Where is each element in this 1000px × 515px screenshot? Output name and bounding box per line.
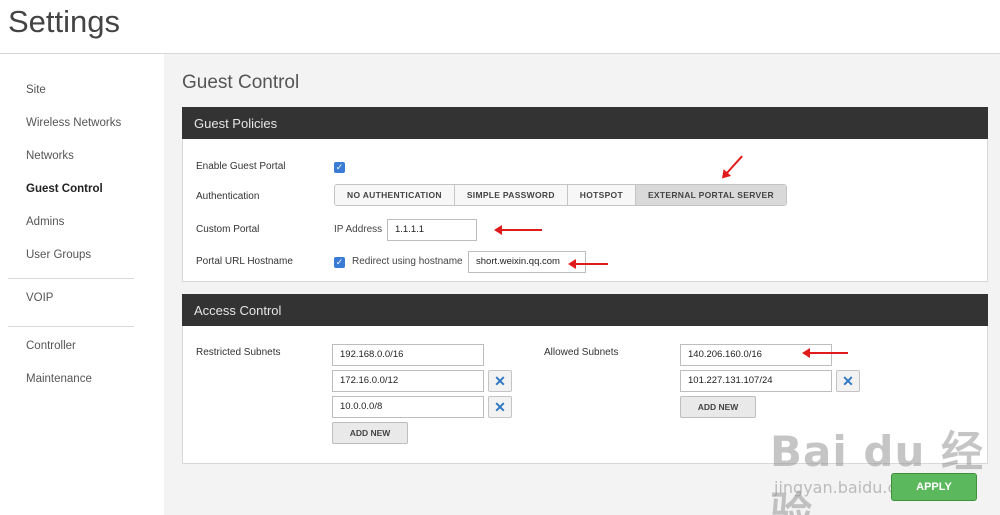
restricted-subnet-input[interactable]: 10.0.0.0/8 [332, 396, 484, 418]
annotation-arrow [494, 225, 542, 235]
add-restricted-subnet-button[interactable]: ADD NEW [332, 422, 408, 444]
restricted-subnets-label: Restricted Subnets [196, 347, 281, 358]
sidebar-item-guest-control[interactable]: Guest Control [26, 183, 103, 195]
close-icon: ✕ [494, 399, 506, 415]
auth-option-hotspot[interactable]: HOTSPOT [567, 185, 636, 205]
portal-url-hostname-label: Portal URL Hostname [196, 256, 293, 267]
annotation-arrow [802, 348, 848, 358]
ip-address-input[interactable]: 1.1.1.1 [387, 219, 477, 241]
auth-option-no-authentication[interactable]: NO AUTHENTICATION [335, 185, 455, 205]
restricted-subnet-input[interactable]: 192.168.0.0/16 [332, 344, 484, 366]
sidebar-item-voip[interactable]: VOIP [26, 292, 53, 304]
allowed-subnets-label: Allowed Subnets [544, 347, 619, 358]
guest-policies-panel: Enable Guest Portal ✓ Authentication NO … [182, 139, 988, 282]
guest-policies-header: Guest Policies [182, 107, 988, 139]
restricted-subnet-input[interactable]: 172.16.0.0/12 [332, 370, 484, 392]
sidebar-item-controller[interactable]: Controller [26, 340, 76, 352]
authentication-label: Authentication [196, 191, 260, 202]
sidebar-divider [8, 278, 134, 279]
enable-guest-portal-checkbox[interactable]: ✓ [334, 162, 345, 173]
sidebar-item-networks[interactable]: Networks [26, 150, 74, 162]
check-icon: ✓ [335, 162, 344, 172]
sidebar: Site Wireless Networks Networks Guest Co… [0, 54, 164, 515]
section-title: Guest Control [182, 72, 300, 93]
auth-option-external-portal-server[interactable]: EXTERNAL PORTAL SERVER [635, 185, 786, 205]
ip-address-label: IP Address [334, 224, 383, 235]
redirect-hostname-checkbox[interactable]: ✓ [334, 257, 345, 268]
add-allowed-subnet-button[interactable]: ADD NEW [680, 396, 756, 418]
sidebar-item-site[interactable]: Site [26, 84, 46, 96]
sidebar-item-admins[interactable]: Admins [26, 216, 64, 228]
check-icon: ✓ [335, 257, 344, 267]
custom-portal-label: Custom Portal [196, 224, 260, 235]
sidebar-divider [8, 326, 134, 327]
close-icon: ✕ [842, 373, 854, 389]
enable-guest-portal-label: Enable Guest Portal [196, 161, 286, 172]
annotation-arrow [568, 259, 608, 269]
redirect-hostname-label: Redirect using hostname [352, 256, 463, 267]
remove-restricted-subnet-button[interactable]: ✕ [488, 396, 512, 418]
sidebar-item-maintenance[interactable]: Maintenance [26, 373, 92, 385]
remove-allowed-subnet-button[interactable]: ✕ [836, 370, 860, 392]
close-icon: ✕ [494, 373, 506, 389]
apply-button[interactable]: APPLY [891, 473, 977, 501]
sidebar-item-user-groups[interactable]: User Groups [26, 249, 91, 261]
allowed-subnet-input[interactable]: 101.227.131.107/24 [680, 370, 832, 392]
page-title: Settings [8, 4, 121, 39]
remove-restricted-subnet-button[interactable]: ✕ [488, 370, 512, 392]
access-control-header: Access Control [182, 294, 988, 326]
authentication-selector: NO AUTHENTICATION SIMPLE PASSWORD HOTSPO… [334, 184, 787, 206]
sidebar-item-wireless-networks[interactable]: Wireless Networks [26, 117, 121, 129]
auth-option-simple-password[interactable]: SIMPLE PASSWORD [454, 185, 568, 205]
